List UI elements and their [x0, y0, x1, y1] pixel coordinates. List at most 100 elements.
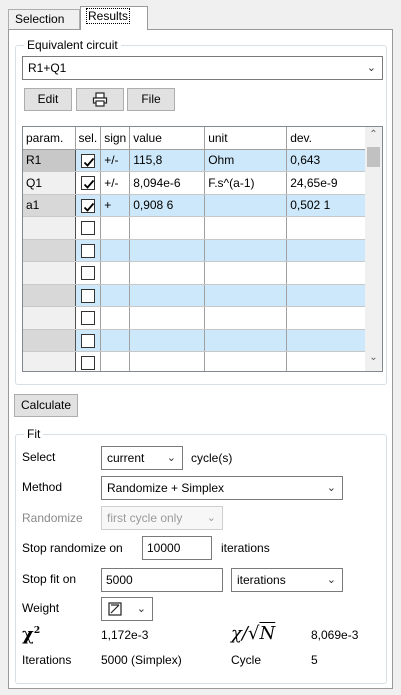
table-row[interactable] — [23, 284, 368, 307]
cell-param[interactable] — [23, 261, 76, 285]
cell-dev[interactable] — [286, 284, 368, 307]
cell-unit[interactable] — [204, 261, 288, 285]
cell-unit[interactable]: Ohm — [204, 149, 288, 172]
cell-param[interactable] — [23, 239, 76, 262]
select-checkbox[interactable] — [80, 333, 95, 348]
cell-sign[interactable] — [100, 284, 131, 307]
cell-sign[interactable] — [100, 216, 131, 240]
cell-value[interactable] — [129, 351, 206, 371]
scroll-thumb[interactable] — [367, 147, 380, 167]
cell-sign[interactable] — [100, 351, 131, 371]
select-checkbox[interactable] — [80, 176, 95, 191]
cell-unit[interactable] — [204, 194, 288, 217]
table-row[interactable]: a1 +0,908 6 0,502 1 — [23, 194, 368, 217]
table-row[interactable] — [23, 261, 368, 285]
cell-param[interactable] — [23, 216, 76, 240]
select-checkbox[interactable] — [80, 266, 95, 281]
cell-value[interactable]: 115,8 — [129, 149, 206, 172]
cell-unit[interactable] — [204, 329, 288, 352]
table-row[interactable] — [23, 306, 368, 330]
grid-scrollbar[interactable]: ⌃ ⌄ — [365, 127, 382, 371]
method-select[interactable]: Randomize + Simplex ⌄ — [101, 476, 343, 500]
header-value[interactable]: value — [129, 127, 206, 150]
header-param[interactable]: param. — [23, 127, 76, 150]
circuit-select[interactable]: R1+Q1 ⌄ — [22, 56, 383, 80]
cell-value[interactable]: 0,908 6 — [129, 194, 206, 217]
cell-param[interactable]: R1 — [23, 149, 76, 172]
table-row[interactable]: R1 +/- 115,8 Ohm 0,643 — [23, 149, 368, 172]
print-button[interactable] — [76, 88, 124, 111]
cell-unit[interactable] — [204, 351, 288, 371]
randomize-select[interactable]: first cycle only ⌄ — [101, 506, 223, 530]
cell-dev[interactable] — [286, 329, 368, 352]
cell-dev[interactable] — [286, 239, 368, 262]
select-checkbox[interactable] — [80, 153, 95, 168]
cell-unit[interactable]: F.s^(a-1) — [204, 171, 288, 195]
table-row[interactable] — [23, 216, 368, 240]
cell-value[interactable] — [129, 284, 206, 307]
select-checkbox[interactable] — [80, 243, 95, 258]
header-dev[interactable]: dev. — [286, 127, 368, 150]
select-checkbox[interactable] — [80, 311, 95, 326]
select-checkbox[interactable] — [80, 221, 95, 236]
cell-dev[interactable] — [286, 306, 368, 330]
cell-sel[interactable] — [75, 284, 102, 307]
cell-sel[interactable] — [75, 239, 102, 262]
cell-sel[interactable] — [75, 351, 102, 371]
cell-sel[interactable] — [75, 306, 102, 330]
select-checkbox[interactable] — [80, 356, 95, 371]
weight-select[interactable]: ⌄ — [101, 597, 153, 621]
cell-param[interactable] — [23, 329, 76, 352]
cycle-select[interactable]: current ⌄ — [101, 446, 183, 470]
table-row[interactable] — [23, 329, 368, 352]
cell-sign[interactable]: +/- — [100, 171, 131, 195]
cell-param[interactable] — [23, 284, 76, 307]
cell-sel[interactable] — [75, 149, 102, 172]
table-row[interactable]: Q1 +/- 8,094e-6 F.s^(a-1) 24,65e-9 — [23, 171, 368, 195]
cell-param[interactable]: a1 — [23, 194, 76, 217]
stop-fit-unit-select[interactable]: iterations ⌄ — [231, 568, 343, 592]
select-checkbox[interactable] — [80, 198, 95, 213]
tab-selection[interactable]: Selection — [8, 9, 80, 29]
cell-sel[interactable] — [75, 171, 102, 195]
header-sel[interactable]: sel. — [75, 127, 102, 150]
stop-fit-input[interactable]: 5000 — [101, 568, 223, 592]
table-row[interactable] — [23, 351, 368, 371]
cell-param[interactable] — [23, 351, 76, 371]
table-row[interactable] — [23, 239, 368, 262]
cell-sign[interactable] — [100, 261, 131, 285]
file-button[interactable]: File — [127, 88, 175, 111]
select-checkbox[interactable] — [80, 288, 95, 303]
cell-sign[interactable] — [100, 329, 131, 352]
cell-param[interactable]: Q1 — [23, 171, 76, 195]
cell-sign[interactable] — [100, 306, 131, 330]
cell-sel[interactable] — [75, 261, 102, 285]
scroll-down-icon[interactable]: ⌄ — [365, 352, 382, 369]
cell-value[interactable] — [129, 239, 206, 262]
cell-sel[interactable] — [75, 216, 102, 240]
cell-unit[interactable] — [204, 306, 288, 330]
cell-dev[interactable] — [286, 216, 368, 240]
cell-sign[interactable]: +/- — [100, 149, 131, 172]
cell-value[interactable]: 8,094e-6 — [129, 171, 206, 195]
cell-dev[interactable]: 0,502 1 — [286, 194, 368, 217]
cell-unit[interactable] — [204, 284, 288, 307]
tab-results[interactable]: Results — [80, 6, 148, 30]
cell-dev[interactable]: 0,643 — [286, 149, 368, 172]
cell-dev[interactable] — [286, 261, 368, 285]
cell-unit[interactable] — [204, 239, 288, 262]
cell-value[interactable] — [129, 306, 206, 330]
calculate-button[interactable]: Calculate — [14, 394, 78, 417]
cell-sel[interactable] — [75, 194, 102, 217]
cell-param[interactable] — [23, 306, 76, 330]
cell-value[interactable] — [129, 216, 206, 240]
cell-sign[interactable] — [100, 239, 131, 262]
cell-value[interactable] — [129, 261, 206, 285]
cell-sel[interactable] — [75, 329, 102, 352]
cell-unit[interactable] — [204, 216, 288, 240]
cell-value[interactable] — [129, 329, 206, 352]
stop-randomize-input[interactable]: 10000 — [142, 536, 212, 560]
edit-button[interactable]: Edit — [24, 88, 72, 111]
cell-sign[interactable]: + — [100, 194, 131, 217]
cell-dev[interactable]: 24,65e-9 — [286, 171, 368, 195]
